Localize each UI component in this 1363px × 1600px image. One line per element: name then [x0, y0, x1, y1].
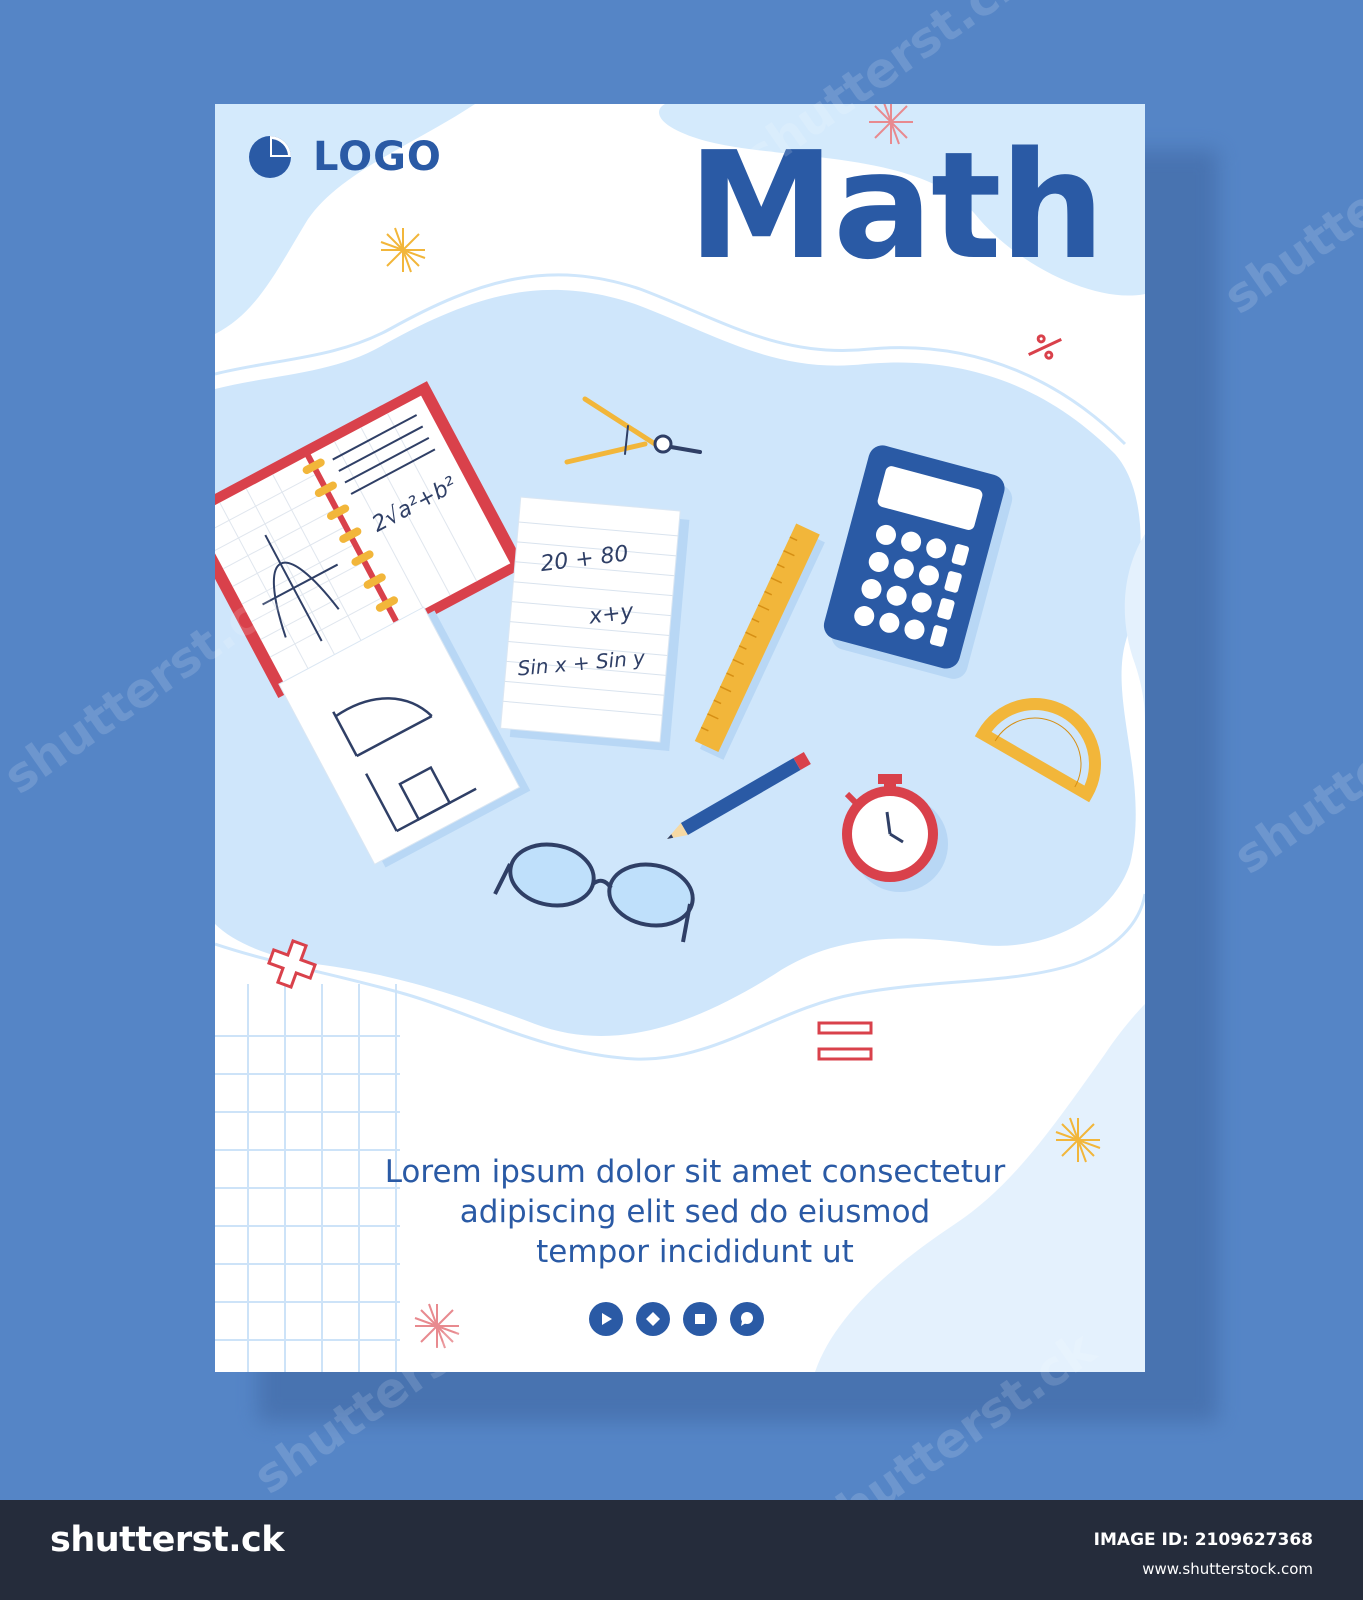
chat-icon[interactable]: [730, 1302, 764, 1336]
math-poster: 2√a²+b² 20 + 80 x+y Sin x + Sin y LOGO M…: [215, 104, 1145, 1372]
stop-icon[interactable]: [683, 1302, 717, 1336]
poster-title: Math: [687, 120, 1105, 292]
sparkle-yellow-top: [380, 227, 426, 273]
sparkle-yellow-bottom: [1055, 1117, 1101, 1163]
footer-bar: shutterst.ck IMAGE ID: 2109627368 www.sh…: [0, 1500, 1363, 1600]
sparkle-pink-bottom: [414, 1303, 460, 1349]
lined-paper-illustration: 20 + 80 x+y Sin x + Sin y: [500, 496, 690, 751]
pie-chart-icon: [249, 136, 291, 178]
social-icons: [589, 1302, 764, 1336]
percent-icon: [1028, 334, 1062, 360]
poster-body-text: Lorem ipsum dolor sit amet consectetur a…: [345, 1152, 1045, 1272]
body-line: Lorem ipsum dolor sit amet consectetur: [384, 1154, 1006, 1190]
site-url[interactable]: www.shutterstock.com: [1142, 1560, 1313, 1578]
brand-logo[interactable]: shutterst.ck: [50, 1520, 285, 1560]
equals-icon: [817, 1021, 873, 1061]
body-line: adipiscing elit sed do eiusmod: [459, 1194, 931, 1230]
image-id: IMAGE ID: 2109627368: [1093, 1530, 1313, 1550]
diamond-icon[interactable]: [636, 1302, 670, 1336]
artwork-stage: 2√a²+b² 20 + 80 x+y Sin x + Sin y LOGO M…: [0, 0, 1363, 1500]
watermark: shutterst.ck: [1223, 650, 1363, 886]
watermark: shutterst.ck: [1213, 90, 1363, 326]
logo[interactable]: LOGO: [247, 134, 442, 180]
logo-text: LOGO: [313, 134, 442, 180]
play-icon[interactable]: [589, 1302, 623, 1336]
body-line: tempor incididunt ut: [536, 1234, 854, 1270]
